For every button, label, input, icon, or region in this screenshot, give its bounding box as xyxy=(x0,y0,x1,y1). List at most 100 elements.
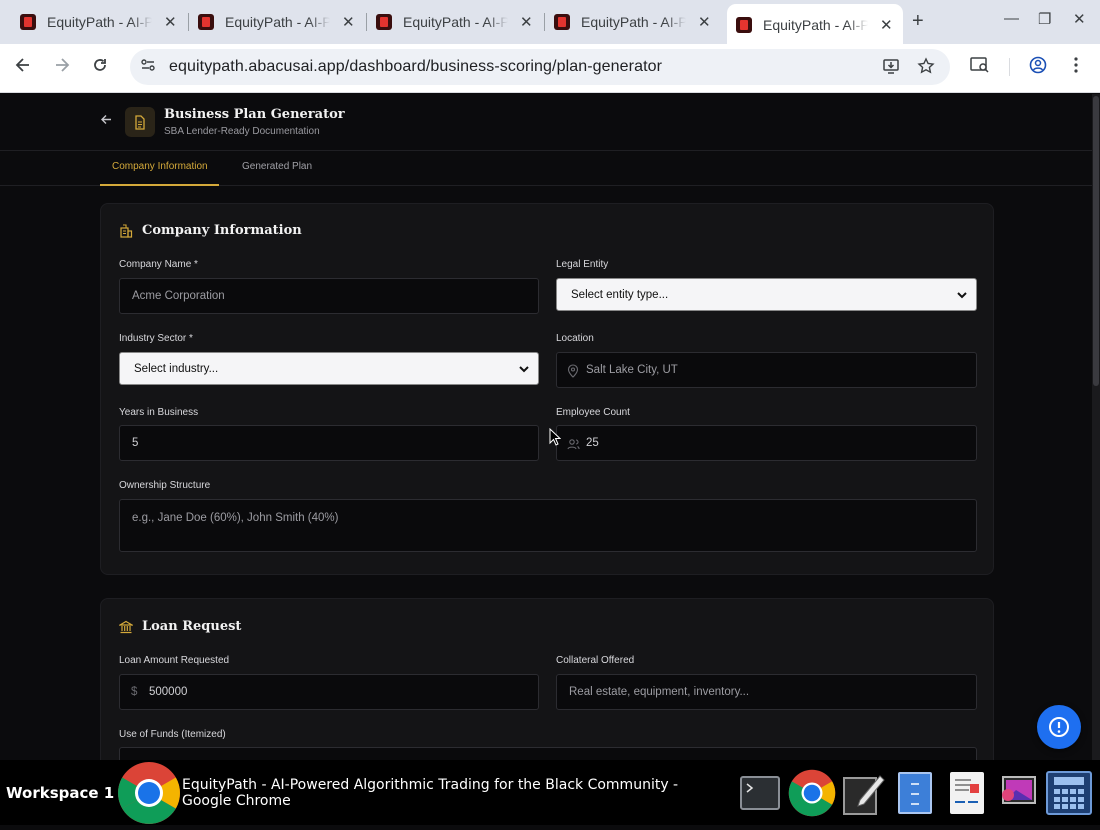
page-header: Business Plan Generator SBA Lender-Ready… xyxy=(0,94,1092,151)
close-tab-icon[interactable]: ✕ xyxy=(342,13,355,31)
company-name-input[interactable]: Acme Corporation xyxy=(119,278,539,314)
location-input[interactable]: Salt Lake City, UT xyxy=(556,352,977,388)
industry-sector-select[interactable]: Select industry... xyxy=(119,352,539,385)
years-in-business-input[interactable]: 5 xyxy=(119,425,539,461)
browser-tab[interactable]: EquityPath - AI-Powered Algorithmic Trad… xyxy=(534,6,721,38)
help-icon xyxy=(1049,717,1069,737)
equitypath-favicon-icon xyxy=(20,14,36,30)
page-tabs: Company Information Generated Plan xyxy=(0,151,1092,186)
chevron-down-icon xyxy=(518,363,530,375)
equitypath-favicon-icon xyxy=(376,14,392,30)
bank-icon xyxy=(117,620,135,634)
loan-amount-input[interactable]: $ 500000 xyxy=(119,674,539,710)
browser-tab-title: EquityPath - AI-Powered Algorithmic Trad… xyxy=(47,14,152,30)
bookmark-star-icon[interactable] xyxy=(917,57,935,80)
tab-search-icon[interactable] xyxy=(970,56,990,79)
scrollbar-thumb[interactable] xyxy=(1093,96,1099,386)
location-placeholder: Salt Lake City, UT xyxy=(586,364,678,376)
chevron-down-icon xyxy=(956,289,968,301)
forward-icon[interactable] xyxy=(53,56,71,79)
employee-count-input[interactable]: 25 xyxy=(556,425,977,461)
minimize-icon[interactable]: — xyxy=(1004,10,1019,27)
company-name-placeholder: Acme Corporation xyxy=(132,290,225,302)
new-tab-icon[interactable]: + xyxy=(912,10,924,33)
close-tab-icon[interactable]: ✕ xyxy=(698,13,711,31)
legal-entity-select[interactable]: Select entity type... xyxy=(556,278,977,311)
browser-tab-title: EquityPath - AI-Powered Algorithmic Trad… xyxy=(403,14,508,30)
back-icon[interactable] xyxy=(14,56,32,79)
use-of-funds-textarea[interactable] xyxy=(119,747,977,760)
employee-count-value: 25 xyxy=(586,437,599,449)
industry-sector-value: Select industry... xyxy=(134,363,219,375)
browser-tab-title: EquityPath - AI-Powered Algorithmic Trad… xyxy=(581,14,686,30)
document-icon xyxy=(125,107,155,137)
years-in-business-value: 5 xyxy=(132,437,139,449)
section-title: Company Information xyxy=(142,223,302,238)
terminal-icon[interactable] xyxy=(740,776,780,810)
address-bar[interactable]: equitypath.abacusai.app/dashboard/busine… xyxy=(130,49,950,85)
app-viewport: Business Plan Generator SBA Lender-Ready… xyxy=(0,94,1100,760)
mouse-cursor-icon xyxy=(549,427,562,446)
loan-amount-value: 500000 xyxy=(149,686,188,698)
collateral-input[interactable]: Real estate, equipment, inventory... xyxy=(556,674,977,710)
url-text: equitypath.abacusai.app/dashboard/busine… xyxy=(169,58,663,75)
tab-generated-plan[interactable]: Generated Plan xyxy=(242,161,312,172)
file-manager-icon[interactable] xyxy=(898,772,932,814)
text-editor-icon[interactable] xyxy=(840,770,888,823)
browser-tab-title: EquityPath - AI-Powered Algorithmic Trad… xyxy=(225,14,330,30)
tab-company-information[interactable]: Company Information xyxy=(112,161,208,172)
dollar-sign-icon: $ xyxy=(131,686,138,698)
loan-request-card: Loan Request Loan Amount Requested $ 500… xyxy=(100,598,994,760)
location-label: Location xyxy=(556,333,594,344)
company-name-label: Company Name * xyxy=(119,259,198,270)
page-subtitle: SBA Lender-Ready Documentation xyxy=(164,126,320,137)
chrome-icon[interactable] xyxy=(117,761,181,830)
equitypath-favicon-icon xyxy=(554,14,570,30)
years-in-business-label: Years in Business xyxy=(119,407,199,418)
ownership-structure-label: Ownership Structure xyxy=(119,480,211,491)
page-scrollbar[interactable] xyxy=(1092,94,1100,760)
document-viewer-icon[interactable] xyxy=(950,772,984,814)
close-tab-icon[interactable]: ✕ xyxy=(520,13,533,31)
equitypath-favicon-icon xyxy=(198,14,214,30)
image-viewer-icon[interactable] xyxy=(997,773,1039,820)
close-window-icon[interactable]: ✕ xyxy=(1073,10,1086,28)
ownership-structure-placeholder: e.g., Jane Doe (60%), John Smith (40%) xyxy=(132,512,339,524)
active-tab-indicator xyxy=(100,184,219,186)
install-app-icon[interactable] xyxy=(882,57,900,80)
active-window-title[interactable]: EquityPath - AI-Powered Algorithmic Trad… xyxy=(182,777,722,809)
workspace-label[interactable]: Workspace 1 xyxy=(6,784,114,802)
collateral-placeholder: Real estate, equipment, inventory... xyxy=(569,686,750,698)
toolbar-divider xyxy=(1009,58,1010,76)
employee-count-label: Employee Count xyxy=(556,407,630,418)
browser-toolbar: equitypath.abacusai.app/dashboard/busine… xyxy=(0,44,1100,93)
restore-icon[interactable]: ❐ xyxy=(1038,10,1051,28)
users-icon xyxy=(567,438,580,452)
equitypath-favicon-icon xyxy=(736,17,752,33)
menu-kebab-icon[interactable] xyxy=(1068,56,1084,79)
collateral-label: Collateral Offered xyxy=(556,655,635,666)
company-information-card: Company Information Company Name * Acme … xyxy=(100,203,994,575)
browser-tab-title: EquityPath - AI-Powered Algorithmic Trad… xyxy=(763,17,868,33)
os-taskbar: Workspace 1 EquityPath - AI-Powered Algo… xyxy=(0,760,1100,825)
browser-tab-active[interactable]: EquityPath - AI-Powered Algorithmic Trad… xyxy=(727,4,903,44)
use-of-funds-label: Use of Funds (Itemized) xyxy=(119,729,226,740)
chrome-launcher-icon[interactable] xyxy=(788,769,836,822)
ownership-structure-textarea[interactable]: e.g., Jane Doe (60%), John Smith (40%) xyxy=(119,499,977,552)
page-title: Business Plan Generator xyxy=(164,107,345,122)
help-button[interactable] xyxy=(1037,705,1081,749)
browser-tab[interactable]: EquityPath - AI-Powered Algorithmic Trad… xyxy=(0,6,187,38)
section-title: Loan Request xyxy=(142,619,242,634)
browser-tab-strip: EquityPath - AI-Powered Algorithmic Trad… xyxy=(0,0,1100,44)
reload-icon[interactable] xyxy=(91,56,109,79)
building-icon xyxy=(119,224,133,238)
close-tab-icon[interactable]: ✕ xyxy=(880,16,893,34)
calculator-icon[interactable] xyxy=(1046,771,1092,815)
legal-entity-label: Legal Entity xyxy=(556,259,609,270)
site-info-icon[interactable] xyxy=(140,57,158,75)
browser-tab[interactable]: EquityPath - AI-Powered Algorithmic Trad… xyxy=(178,6,365,38)
close-tab-icon[interactable]: ✕ xyxy=(164,13,177,31)
profile-icon[interactable] xyxy=(1029,56,1047,79)
browser-tab[interactable]: EquityPath - AI-Powered Algorithmic Trad… xyxy=(356,6,543,38)
back-arrow-icon[interactable] xyxy=(100,113,113,130)
